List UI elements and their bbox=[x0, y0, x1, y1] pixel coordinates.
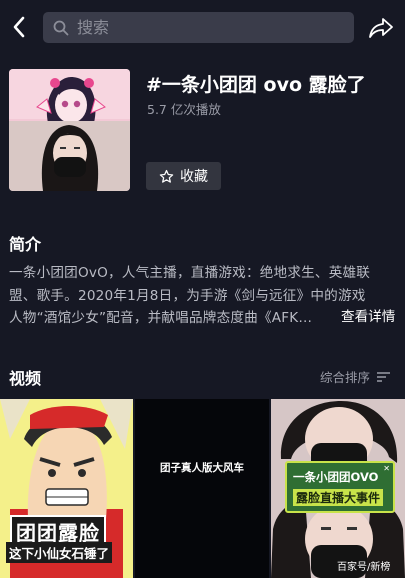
video-caption: 团子真人版大风车 bbox=[160, 462, 244, 474]
share-button[interactable] bbox=[366, 14, 396, 42]
close-icon: ✕ bbox=[383, 464, 390, 473]
sort-label: 综合排序 bbox=[320, 370, 371, 385]
video-thumbnail[interactable]: 团团露脸 这下小仙女石锤了 bbox=[0, 399, 133, 578]
sort-icon bbox=[377, 371, 391, 382]
star-icon bbox=[159, 169, 174, 183]
search-bar[interactable] bbox=[43, 12, 354, 43]
intro-heading: 简介 bbox=[9, 235, 42, 254]
intro-line: 一条小团团OvO，人气主播，直播游戏：绝地求生、英雄联 bbox=[9, 265, 371, 281]
back-button[interactable] bbox=[6, 12, 32, 42]
view-details-link[interactable]: 查看详情 bbox=[335, 306, 396, 329]
search-icon bbox=[53, 20, 69, 35]
video-caption-line2: 露脸直播大事件 bbox=[293, 489, 384, 506]
videos-heading: 视频 bbox=[9, 369, 42, 388]
favorite-button[interactable]: 收藏 bbox=[146, 162, 221, 190]
video-caption-line1: 一条小团团OVO bbox=[293, 470, 379, 484]
topic-title: #一条小团团 ovo 露脸了 bbox=[146, 74, 366, 96]
video-thumbnail[interactable]: 团子真人版大风车 bbox=[135, 399, 269, 578]
play-count: 5.7 亿次播放 bbox=[147, 102, 221, 117]
topic-cover-image bbox=[9, 69, 130, 191]
video-thumbnail[interactable]: ✕ 一条小团团OVO 露脸直播大事件 百家号/新榜 bbox=[271, 399, 405, 578]
watermark: 百家号/新榜 bbox=[337, 562, 391, 573]
video-grid: 团团露脸 这下小仙女石锤了 团子真人版大风车 ✕ 一条小团团OVO 露脸直播大事… bbox=[0, 399, 405, 578]
top-bar bbox=[0, 0, 405, 56]
video-caption-sub: 这下小仙女石锤了 bbox=[6, 542, 113, 563]
video-caption-box: ✕ 一条小团团OVO 露脸直播大事件 bbox=[285, 461, 395, 513]
intro-line: 盟、歌手。2020年1月8日，为手游《剑与远征》中的游戏 bbox=[9, 287, 366, 304]
chevron-left-icon bbox=[13, 16, 25, 38]
share-arrow-icon bbox=[369, 18, 393, 38]
favorite-label: 收藏 bbox=[180, 169, 208, 185]
search-input[interactable] bbox=[77, 18, 337, 37]
sort-button[interactable]: 综合排序 bbox=[320, 367, 391, 386]
